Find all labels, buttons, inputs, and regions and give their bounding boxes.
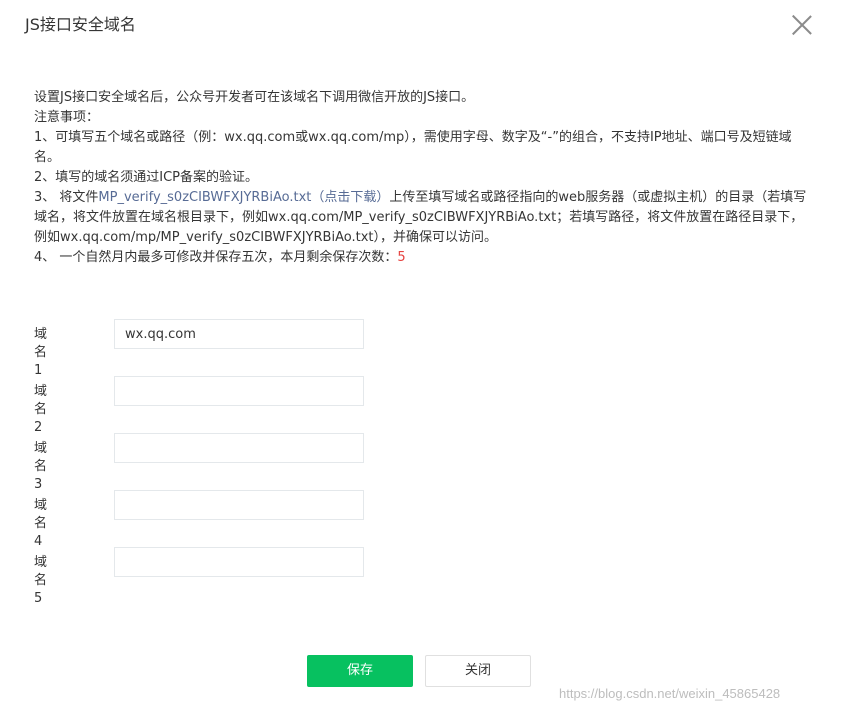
domain-1-label: 域名1 bbox=[34, 327, 48, 378]
domain-1-input[interactable] bbox=[114, 319, 364, 349]
domain-2-label: 域名2 bbox=[34, 384, 48, 435]
note-4-text: 4、 一个自然月内最多可修改并保存五次，本月剩余保存次数： bbox=[34, 250, 398, 265]
domain-5-label: 域名5 bbox=[34, 555, 48, 606]
note-2: 2、填写的域名须通过ICP备案的验证。 bbox=[34, 170, 259, 185]
domain-3-label: 域名3 bbox=[34, 441, 48, 492]
note-4: 4、 一个自然月内最多可修改并保存五次，本月剩余保存次数：5 bbox=[34, 248, 814, 268]
note-3-prefix: 3、 将文件 bbox=[34, 190, 99, 205]
verify-file-download-link[interactable]: MP_verify_s0zCIBWFXJYRBiAo.txt（点击下载） bbox=[98, 190, 389, 205]
notes-heading: 注意事项： bbox=[34, 110, 100, 125]
description: 设置JS接口安全域名后，公众号开发者可在该域名下调用微信开放的JS接口。 注意事… bbox=[34, 88, 814, 268]
save-button[interactable]: 保存 bbox=[307, 655, 413, 687]
close-icon[interactable] bbox=[790, 13, 814, 37]
domain-2-input[interactable] bbox=[114, 376, 364, 406]
domain-settings-dialog: JS接口安全域名 设置JS接口安全域名后，公众号开发者可在该域名下调用微信开放的… bbox=[0, 0, 842, 714]
intro-text: 设置JS接口安全域名后，公众号开发者可在该域名下调用微信开放的JS接口。 bbox=[34, 90, 475, 105]
domain-4-input[interactable] bbox=[114, 490, 364, 520]
domain-3-input[interactable] bbox=[114, 433, 364, 463]
dialog-title: JS接口安全域名 bbox=[25, 15, 136, 34]
remaining-count: 5 bbox=[397, 250, 406, 265]
domain-5-input[interactable] bbox=[114, 547, 364, 577]
note-3: 3、 将文件MP_verify_s0zCIBWFXJYRBiAo.txt（点击下… bbox=[34, 188, 814, 248]
domain-4-label: 域名4 bbox=[34, 498, 48, 549]
close-button[interactable]: 关闭 bbox=[425, 655, 531, 687]
watermark: https://blog.csdn.net/weixin_45865428 bbox=[559, 686, 781, 701]
note-1: 1、可填写五个域名或路径（例：wx.qq.com或wx.qq.com/mp），需… bbox=[34, 130, 792, 165]
